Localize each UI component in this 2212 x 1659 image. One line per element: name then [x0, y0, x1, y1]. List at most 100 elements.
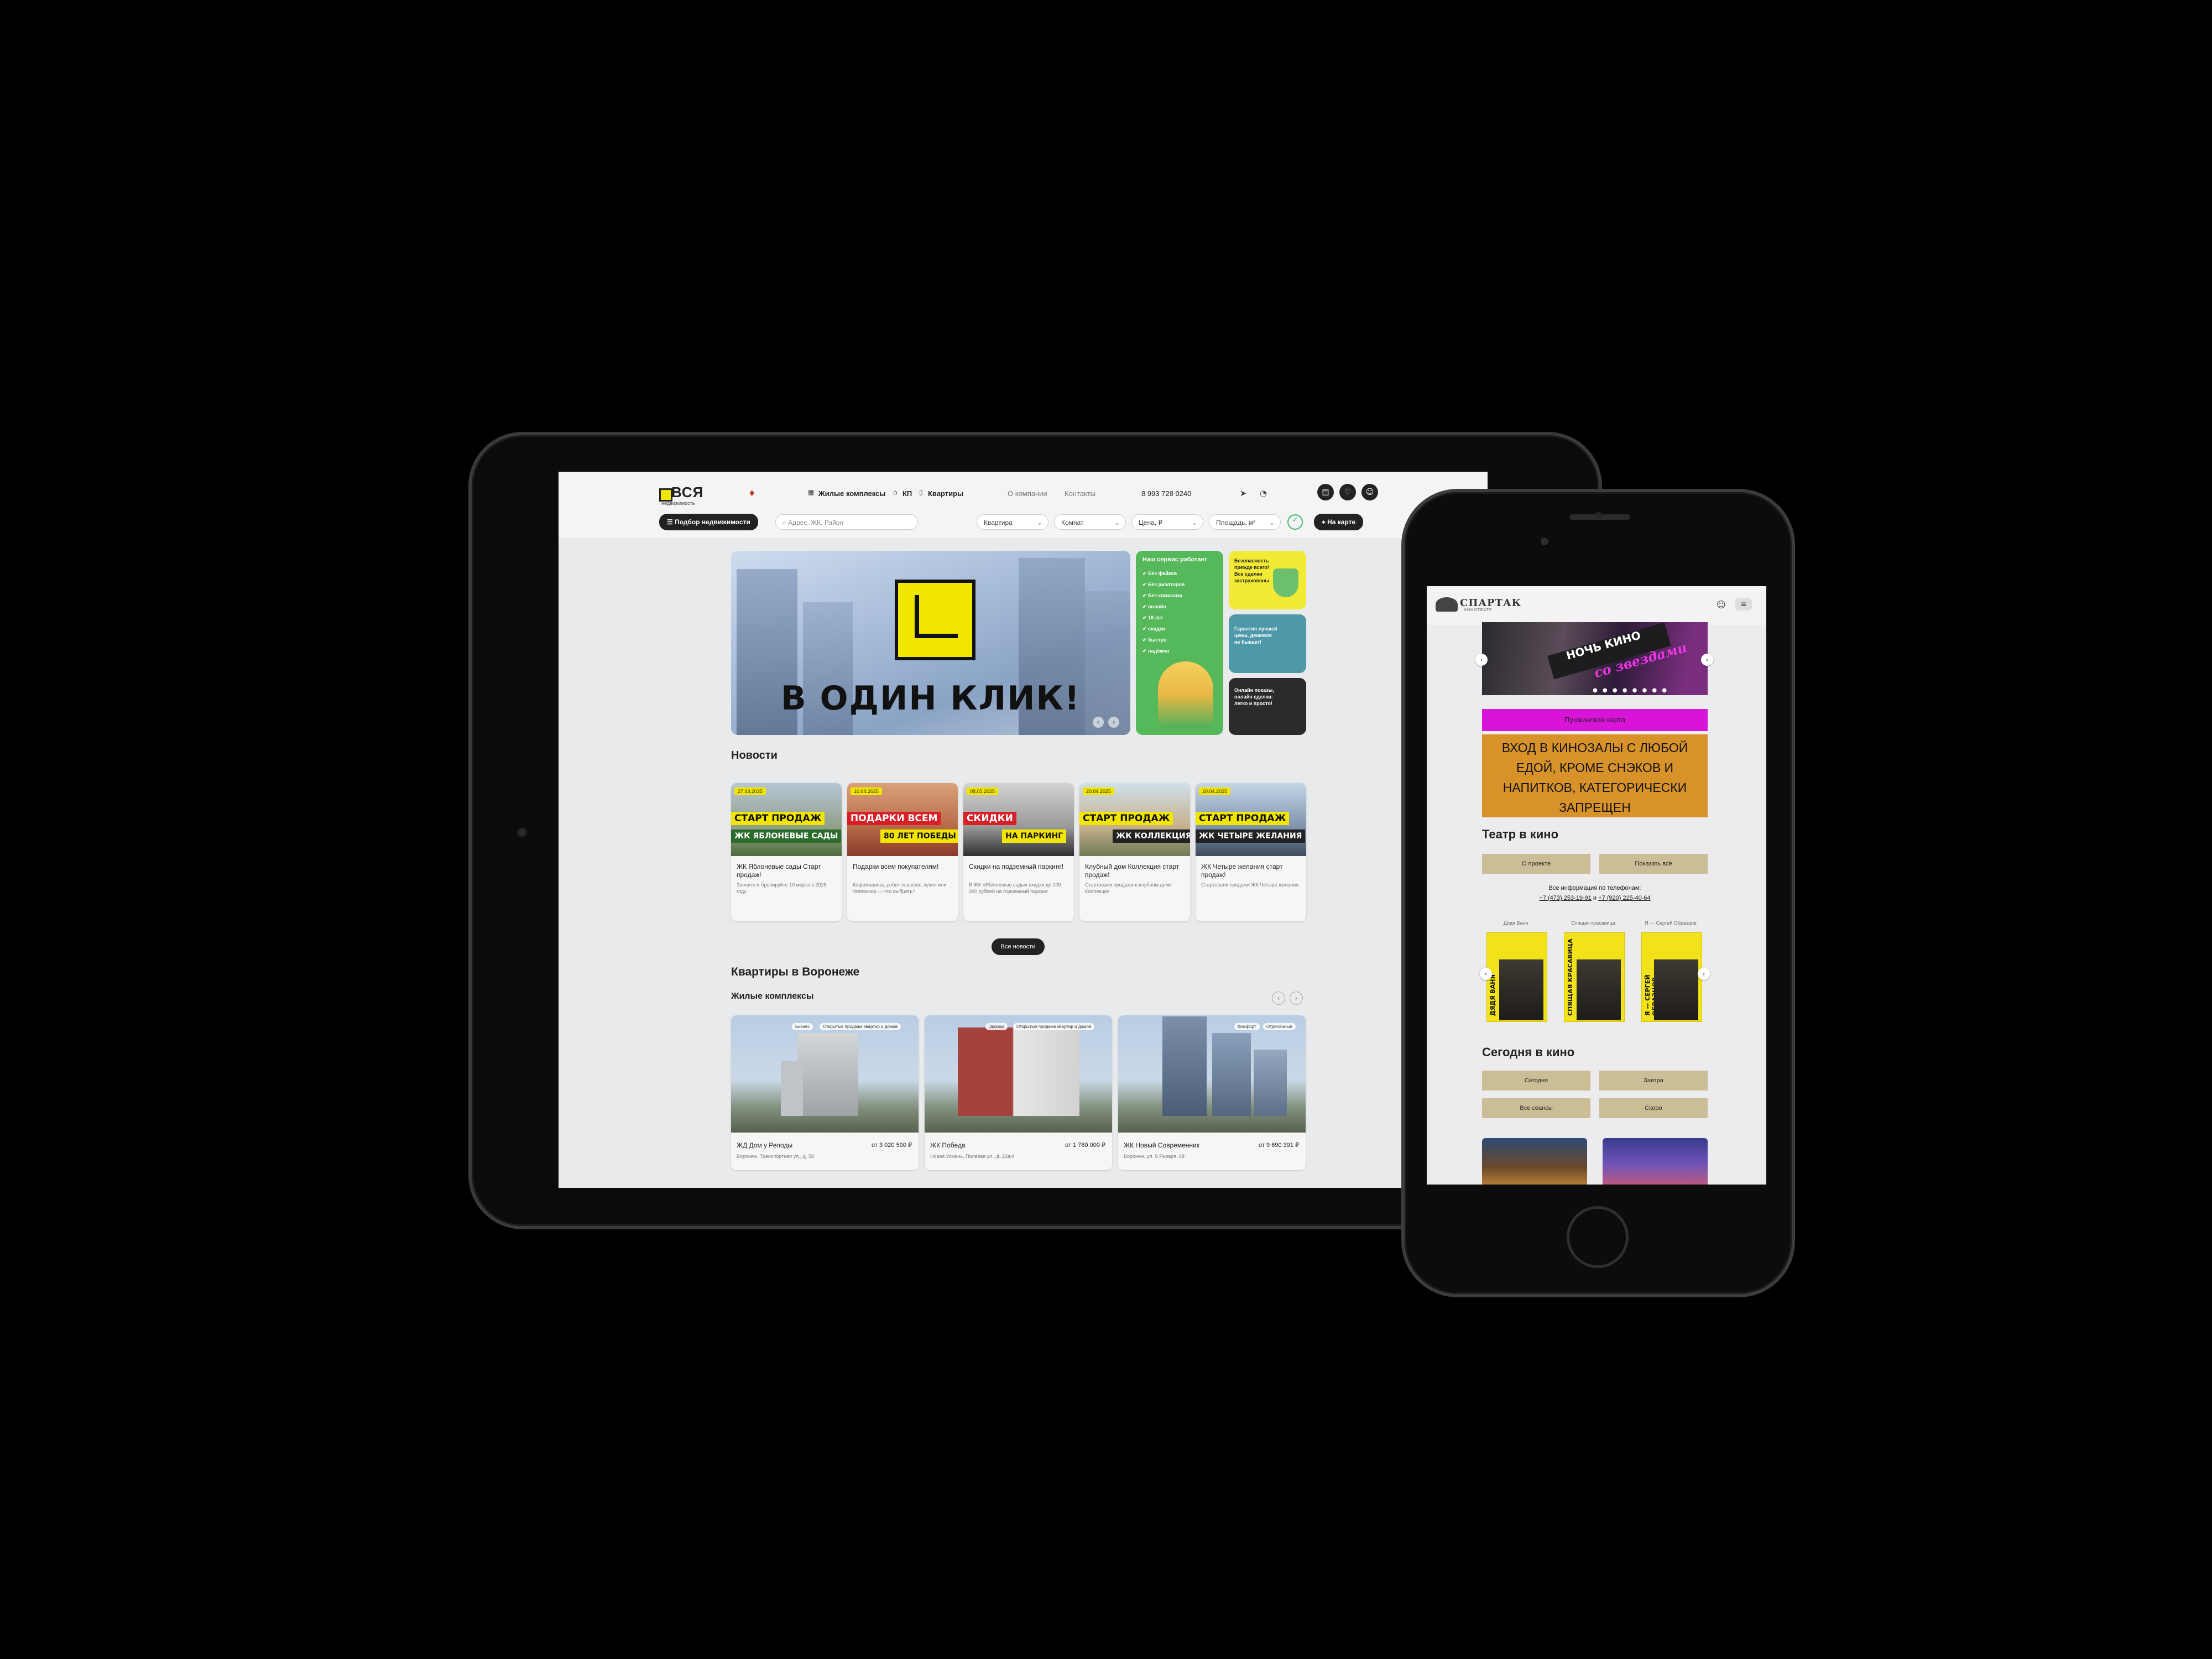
filter-row: ☰ Подбор недвижимости ⌕ Адрес, ЖК, Район…: [559, 510, 1488, 533]
header-phone[interactable]: 8 993 728 0240: [1141, 489, 1191, 498]
complex-card[interactable]: Комфорт Отделанные ЖК Новый Современник …: [1118, 1015, 1306, 1170]
site-logo[interactable]: ВСЯ недвижимость: [659, 483, 703, 507]
site-header: ВСЯ недвижимость ♦ ▦ Жилые комплексы ⌂ К…: [559, 472, 1488, 538]
banner-prev-arrow[interactable]: ‹: [1475, 654, 1488, 666]
hero-prev-arrow[interactable]: ‹: [1093, 717, 1104, 728]
posters-next-arrow[interactable]: ›: [1698, 968, 1710, 980]
complex-building: [1162, 1016, 1207, 1116]
menu-icon[interactable]: ≡: [1735, 598, 1752, 611]
nav-contacts[interactable]: Контакты: [1065, 489, 1095, 498]
rooms-select[interactable]: Комнат ⌄: [1054, 514, 1126, 530]
promo-banner[interactable]: НОЧЬ КИНО со звездами ● ● ● ● ● ● ● ●: [1482, 622, 1708, 695]
complexes-next-arrow[interactable]: ›: [1290, 992, 1303, 1005]
tab-all-sessions[interactable]: Все сеансы: [1482, 1098, 1590, 1118]
news-card[interactable]: 20.04.2025 СТАРТ ПРОДАЖ ЖК КОЛЛЕКЦИЯ Клу…: [1079, 783, 1190, 921]
news-card[interactable]: 10.04.2025 ПОДАРКИ ВСЕМ 80 ЛЕТ ПОБЕДЫ По…: [847, 783, 958, 921]
news-date: 20.04.2025: [1083, 787, 1115, 795]
tab-soon[interactable]: Скоро: [1599, 1098, 1708, 1118]
type-select[interactable]: Квартира ⌄: [977, 514, 1048, 530]
phone-link-2[interactable]: +7 (920) 225-40-64: [1598, 895, 1650, 901]
tab-today[interactable]: Сегодня: [1482, 1071, 1590, 1091]
tablet-screen: ВСЯ недвижимость ♦ ▦ Жилые комплексы ⌂ К…: [559, 472, 1488, 1188]
rooms-select-value: Комнат: [1061, 519, 1084, 526]
pick-property-button[interactable]: ☰ Подбор недвижимости: [659, 514, 758, 530]
theatre-section-title: Театр в кино: [1482, 827, 1559, 841]
theatre-poster[interactable]: Я — СЕРГЕЙ ОБРАЗЦОВ: [1641, 932, 1702, 1022]
news-card[interactable]: 27.03.2025 СТАРТ ПРОДАЖ ЖК ЯБЛОНЕВЫЕ САД…: [731, 783, 842, 921]
map-button-label: На карте: [1327, 518, 1356, 526]
theatre-poster[interactable]: ДЯДЯ ВАНЯ: [1486, 932, 1547, 1022]
promo-card-safety[interactable]: Безопасность прежде всего! Все сделки за…: [1229, 551, 1306, 609]
banner-pagination[interactable]: ● ● ● ● ● ● ● ●: [1593, 687, 1668, 693]
tab-tomorrow[interactable]: Завтра: [1599, 1071, 1708, 1091]
banner-next-arrow[interactable]: ›: [1701, 654, 1713, 666]
complex-card[interactable]: Бизнес Открытые продажи квартир и домов …: [731, 1015, 919, 1170]
news-date: 27.03.2025: [734, 787, 766, 795]
user-icon[interactable]: ☺: [1717, 599, 1726, 610]
complex-tag: Открытые продажи квартир и домов: [820, 1023, 901, 1030]
nav-about[interactable]: О компании: [1008, 489, 1047, 498]
posters-prev-arrow[interactable]: ‹: [1480, 968, 1492, 980]
phone-numbers: +7 (473) 253-19-91 и +7 (920) 225-40-64: [1482, 895, 1708, 901]
news-description: В ЖК «Яблоневые сады» скидки до 200 000 …: [969, 882, 1061, 894]
cinema-logo-icon[interactable]: [1436, 597, 1458, 612]
promo-card-service[interactable]: Наш сервис работает Без фейков Без риэлт…: [1136, 551, 1223, 735]
movie-poster[interactable]: [1482, 1138, 1587, 1185]
price-select[interactable]: Цена, ₽ ⌄: [1131, 514, 1203, 530]
complex-building: [1212, 1033, 1251, 1116]
complex-card[interactable]: Эконом Открытые продажи квартир и домов …: [925, 1015, 1112, 1170]
theatre-poster[interactable]: СПЯЩАЯ КРАСАВИЦА: [1564, 932, 1625, 1022]
cinema-logo-name[interactable]: СПАРТАК: [1460, 597, 1521, 609]
hero-next-arrow[interactable]: ›: [1108, 717, 1119, 728]
pick-property-label: Подбор недвижимости: [675, 518, 750, 526]
phone-home-button[interactable]: [1567, 1206, 1629, 1268]
about-project-button[interactable]: О проекте: [1482, 854, 1590, 874]
phone-link-1[interactable]: +7 (473) 253-19-91: [1539, 895, 1591, 901]
promo-safety-text: Безопасность прежде всего! Все сделки за…: [1234, 558, 1270, 583]
complexes-prev-arrow[interactable]: ‹: [1272, 992, 1285, 1005]
profile-icon[interactable]: ☺: [1361, 484, 1378, 500]
news-description: Звоните и бронируйте 10 марта в 2025 год…: [737, 882, 827, 894]
tablet-camera: [517, 827, 528, 838]
hero-banner[interactable]: В ОДИН КЛИК! ‹ ›: [731, 551, 1130, 735]
complex-building: [1254, 1050, 1287, 1116]
poster-title: СПЯЩАЯ КРАСАВИЦА: [1567, 938, 1574, 1016]
show-all-button[interactable]: Показать всё: [1599, 854, 1708, 874]
promo-online-text: Онлайн показы, онлайн сделки: легко и пр…: [1234, 687, 1274, 706]
pushkin-card-banner[interactable]: Пушкинская карта: [1482, 709, 1708, 731]
news-title: Подарки всем покупателям!: [853, 863, 939, 870]
map-button[interactable]: ⌖ На карте: [1314, 514, 1364, 530]
whatsapp-icon[interactable]: ◔: [1260, 488, 1267, 498]
food-notice: ВХОД В КИНОЗАЛЫ С ЛЮБОЙ ЕДОЙ, КРОМЕ СНЭК…: [1482, 734, 1708, 817]
complex-tag: Отделанные: [1263, 1023, 1296, 1030]
complex-building: [797, 1033, 858, 1116]
news-card[interactable]: 20.04.2025 СТАРТ ПРОДАЖ ЖК ЧЕТЫРЕ ЖЕЛАНИ…: [1196, 783, 1306, 921]
promo-card-price[interactable]: Гарантия лучшей цены, дешевле не бывает!: [1229, 614, 1306, 673]
area-select[interactable]: Площадь, м² ⌄: [1209, 514, 1281, 530]
promo-card-online[interactable]: Онлайн показы, онлайн сделки: легко и пр…: [1229, 678, 1306, 735]
movie-poster[interactable]: [1603, 1138, 1708, 1185]
complex-tag: Бизнес: [792, 1023, 813, 1030]
promo-service-item: онлайн: [1142, 604, 1166, 610]
chevron-down-icon: ⌄: [1114, 519, 1120, 526]
poster-label: Спящая красавица: [1571, 920, 1615, 926]
complex-name: ЖК Новый Современник: [1124, 1141, 1199, 1149]
nav-kp[interactable]: КП: [902, 489, 912, 498]
news-card[interactable]: 08.05.2025 СКИДКИ НА ПАРКИНГ Скидки на п…: [963, 783, 1074, 921]
all-news-button[interactable]: Все новости: [992, 938, 1045, 955]
nav-apartments[interactable]: Квартиры: [928, 489, 963, 498]
news-band-secondary: ЖК КОЛЛЕКЦИЯ: [1113, 830, 1190, 843]
poster-image: [1577, 959, 1621, 1020]
apply-filter-check-icon[interactable]: ✓: [1287, 514, 1303, 530]
compare-icon[interactable]: ▤: [1317, 484, 1334, 500]
news-title: ЖК Четыре желания старт продаж!: [1201, 863, 1283, 879]
hero-logo-sign: [895, 580, 975, 660]
search-input[interactable]: ⌕ Адрес, ЖК, Район: [775, 514, 918, 530]
news-band-primary: СТАРТ ПРОДАЖ: [1196, 812, 1290, 825]
complex-building: [958, 1027, 1079, 1116]
news-description: Стартовали продажи в клубном доме Коллек…: [1085, 882, 1172, 894]
telegram-icon[interactable]: ➤: [1240, 488, 1247, 498]
promo-price-text: Гарантия лучшей цены, дешевле не бывает!: [1234, 626, 1277, 645]
favorites-icon[interactable]: ♡: [1339, 484, 1356, 500]
nav-complexes[interactable]: Жилые комплексы: [818, 489, 886, 498]
